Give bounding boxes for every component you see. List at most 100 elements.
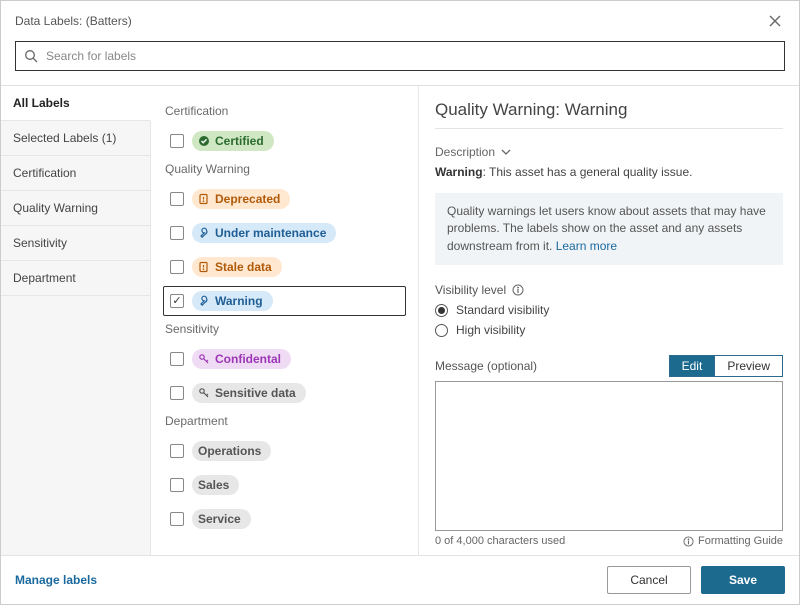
checkbox[interactable]	[170, 444, 184, 458]
tab-preview[interactable]: Preview	[715, 355, 783, 377]
sidebar-item-department[interactable]: Department	[1, 261, 150, 296]
checkbox[interactable]	[170, 134, 184, 148]
label-pill: Deprecated	[192, 189, 290, 209]
warn-doc-icon	[198, 261, 210, 273]
wrench-icon	[198, 227, 210, 239]
radio-icon	[435, 324, 448, 337]
search-input[interactable]	[44, 48, 776, 64]
label-pill-text: Operations	[198, 444, 261, 458]
label-pill-text: Stale data	[215, 260, 272, 274]
checkbox[interactable]	[170, 386, 184, 400]
checkbox[interactable]	[170, 192, 184, 206]
char-count: 0 of 4,000 characters used	[435, 535, 565, 547]
label-row[interactable]: Operations	[163, 436, 406, 466]
save-button[interactable]: Save	[701, 566, 785, 594]
formatting-guide-text: Formatting Guide	[698, 535, 783, 547]
label-pill-text: Warning	[215, 294, 263, 308]
checkbox[interactable]	[170, 512, 184, 526]
description-rest: : This asset has a general quality issue…	[483, 165, 693, 179]
message-section: Message (optional) Edit Preview 0 of 4,0…	[435, 355, 783, 547]
label-pill: Sensitive data	[192, 383, 306, 403]
description-toggle[interactable]: Description	[435, 145, 783, 159]
radio-icon	[435, 304, 448, 317]
label-pill: Stale data	[192, 257, 282, 277]
label-row[interactable]: Warning	[163, 286, 406, 316]
label-pill: Sales	[192, 475, 239, 495]
cancel-button[interactable]: Cancel	[607, 566, 691, 594]
labels-column: Certification Certified Quality Warning Dep…	[151, 86, 419, 555]
wrench-icon	[198, 295, 210, 307]
checkbox[interactable]	[170, 260, 184, 274]
label-pill: Confidental	[192, 349, 291, 369]
sidebar-item-all-labels[interactable]: All Labels	[1, 86, 151, 121]
label-group-title: Sensitivity	[165, 322, 406, 336]
message-textarea[interactable]	[435, 381, 783, 531]
label-row[interactable]: Stale data	[163, 252, 406, 282]
checkbox[interactable]	[170, 226, 184, 240]
close-button[interactable]	[765, 11, 785, 31]
visibility-standard[interactable]: Standard visibility	[435, 303, 783, 317]
manage-labels-link[interactable]: Manage labels	[15, 573, 97, 587]
message-label: Message (optional)	[435, 359, 537, 373]
label-group-title: Certification	[165, 104, 406, 118]
chevron-down-icon	[501, 147, 511, 157]
label-row[interactable]: Service	[163, 504, 406, 534]
dialog-title: Data Labels: (Batters)	[15, 14, 132, 28]
sidebar-item-sensitivity[interactable]: Sensitivity	[1, 226, 150, 261]
label-pill-text: Service	[198, 512, 241, 526]
description-label: Description	[435, 145, 495, 159]
info-icon[interactable]	[512, 284, 524, 296]
formatting-guide-link[interactable]: Formatting Guide	[683, 535, 783, 547]
key-icon	[198, 387, 210, 399]
sidebar: All Labels Selected Labels (1) Certifica…	[1, 86, 151, 555]
label-pill-text: Confidental	[215, 352, 281, 366]
visibility-header: Visibility level	[435, 283, 783, 297]
label-row[interactable]: Confidental	[163, 344, 406, 374]
sidebar-item-certification[interactable]: Certification	[1, 156, 150, 191]
dialog-body: All Labels Selected Labels (1) Certifica…	[1, 85, 799, 555]
label-row[interactable]: Deprecated	[163, 184, 406, 214]
label-pill-text: Deprecated	[215, 192, 280, 206]
detail-panel: Quality Warning: Warning Description War…	[419, 86, 799, 555]
message-footer: 0 of 4,000 characters used Formatting Gu…	[435, 535, 783, 547]
search-wrap	[1, 31, 799, 85]
description-strong: Warning	[435, 165, 483, 179]
visibility-section: Visibility level Standard visibility Hig…	[435, 283, 783, 337]
detail-title: Quality Warning: Warning	[435, 100, 783, 129]
radio-label: Standard visibility	[456, 303, 549, 317]
tab-edit[interactable]: Edit	[669, 355, 716, 377]
key-icon	[198, 353, 210, 365]
checkbox[interactable]	[170, 352, 184, 366]
description-text: Warning: This asset has a general qualit…	[435, 165, 783, 179]
label-pill-text: Sensitive data	[215, 386, 296, 400]
label-row[interactable]: Under maintenance	[163, 218, 406, 248]
label-pill: Warning	[192, 291, 273, 311]
label-group-title: Department	[165, 414, 406, 428]
sidebar-item-quality-warning[interactable]: Quality Warning	[1, 191, 150, 226]
label-row[interactable]: Sensitive data	[163, 378, 406, 408]
label-pill-text: Sales	[198, 478, 229, 492]
label-pill: Under maintenance	[192, 223, 336, 243]
label-pill: Service	[192, 509, 251, 529]
label-pill: Operations	[192, 441, 271, 461]
learn-more-link[interactable]: Learn more	[556, 239, 617, 253]
close-icon	[768, 14, 782, 28]
check-badge-icon	[198, 135, 210, 147]
dialog-header: Data Labels: (Batters)	[1, 1, 799, 31]
checkbox[interactable]	[170, 478, 184, 492]
message-header: Message (optional) Edit Preview	[435, 355, 783, 377]
warn-doc-icon	[198, 193, 210, 205]
dialog-footer: Manage labels Cancel Save	[1, 555, 799, 604]
checkbox[interactable]	[170, 294, 184, 308]
label-pill: Certified	[192, 131, 274, 151]
sidebar-item-selected-labels[interactable]: Selected Labels (1)	[1, 121, 150, 156]
visibility-label: Visibility level	[435, 283, 506, 297]
label-group-title: Quality Warning	[165, 162, 406, 176]
radio-label: High visibility	[456, 323, 525, 337]
search-icon	[24, 49, 38, 63]
visibility-high[interactable]: High visibility	[435, 323, 783, 337]
label-row[interactable]: Sales	[163, 470, 406, 500]
message-tabs: Edit Preview	[669, 355, 783, 377]
label-row[interactable]: Certified	[163, 126, 406, 156]
search-box[interactable]	[15, 41, 785, 71]
